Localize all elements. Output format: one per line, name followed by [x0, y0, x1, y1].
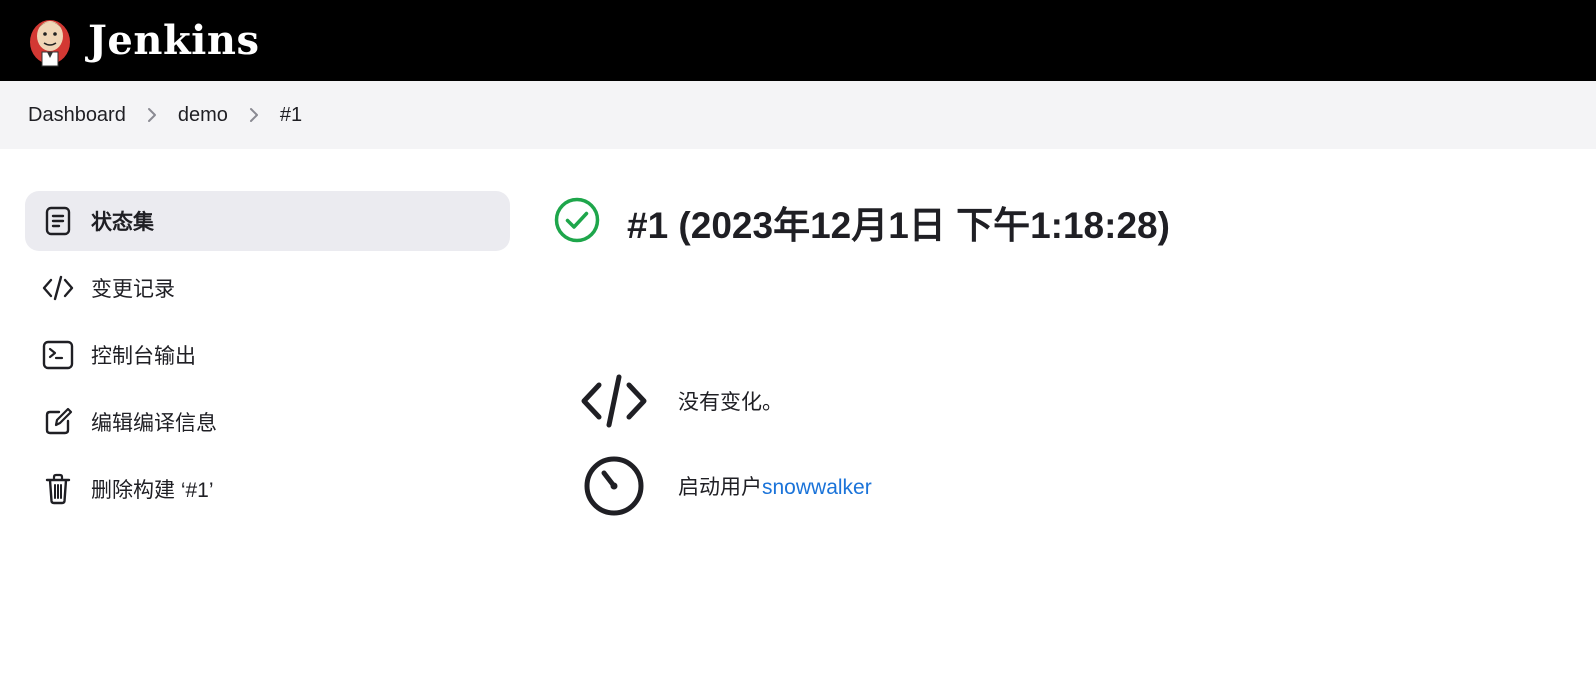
top-header: Jenkins — [0, 0, 1596, 81]
sidebar-item-label: 状态集 — [91, 211, 154, 234]
sidebar-item-label: 编辑编译信息 — [91, 412, 217, 435]
terminal-icon — [41, 338, 75, 372]
sidebar: 状态集 变更记录 控制台输出 编辑编译信息 删除构建 ‘#1’ — [25, 191, 510, 526]
code-icon — [578, 368, 650, 434]
breadcrumb-dashboard[interactable]: Dashboard — [16, 95, 138, 135]
sidebar-item-delete-build[interactable]: 删除构建 ‘#1’ — [25, 459, 510, 519]
edit-icon — [41, 405, 75, 439]
success-check-icon — [553, 196, 601, 249]
sidebar-item-edit-info[interactable]: 编辑编译信息 — [25, 392, 510, 452]
sidebar-item-status[interactable]: 状态集 — [25, 191, 510, 251]
user-link[interactable]: snowwalker — [762, 476, 872, 499]
sidebar-item-label: 控制台输出 — [91, 345, 196, 368]
chevron-right-icon — [240, 101, 268, 129]
chevron-right-icon — [138, 101, 166, 129]
sidebar-item-label: 删除构建 ‘#1’ — [91, 479, 214, 502]
sidebar-item-label: 变更记录 — [91, 278, 175, 301]
document-icon — [41, 204, 75, 238]
breadcrumb: Dashboard demo #1 — [0, 81, 1596, 149]
code-icon — [41, 271, 75, 305]
changes-summary: 没有变化。 — [578, 368, 783, 434]
breadcrumb-build[interactable]: #1 — [268, 96, 314, 135]
started-by-label: 启动用户 — [678, 476, 762, 499]
home-link[interactable]: Jenkins — [28, 12, 259, 70]
sidebar-item-changes[interactable]: 变更记录 — [25, 258, 510, 318]
build-heading: #1 (2023年12月1日 下午1:18:28) — [553, 195, 1170, 249]
started-by: 启动用户snowwalker — [578, 453, 872, 519]
changes-text: 没有变化。 — [678, 391, 783, 414]
breadcrumb-demo[interactable]: demo — [166, 96, 240, 135]
page-title: #1 (2023年12月1日 下午1:18:28) — [627, 205, 1170, 246]
trash-icon — [41, 472, 75, 506]
jenkins-logo-icon — [28, 12, 72, 70]
sidebar-item-console[interactable]: 控制台输出 — [25, 325, 510, 385]
timer-icon — [578, 453, 650, 519]
brand-name: Jenkins — [88, 17, 260, 64]
